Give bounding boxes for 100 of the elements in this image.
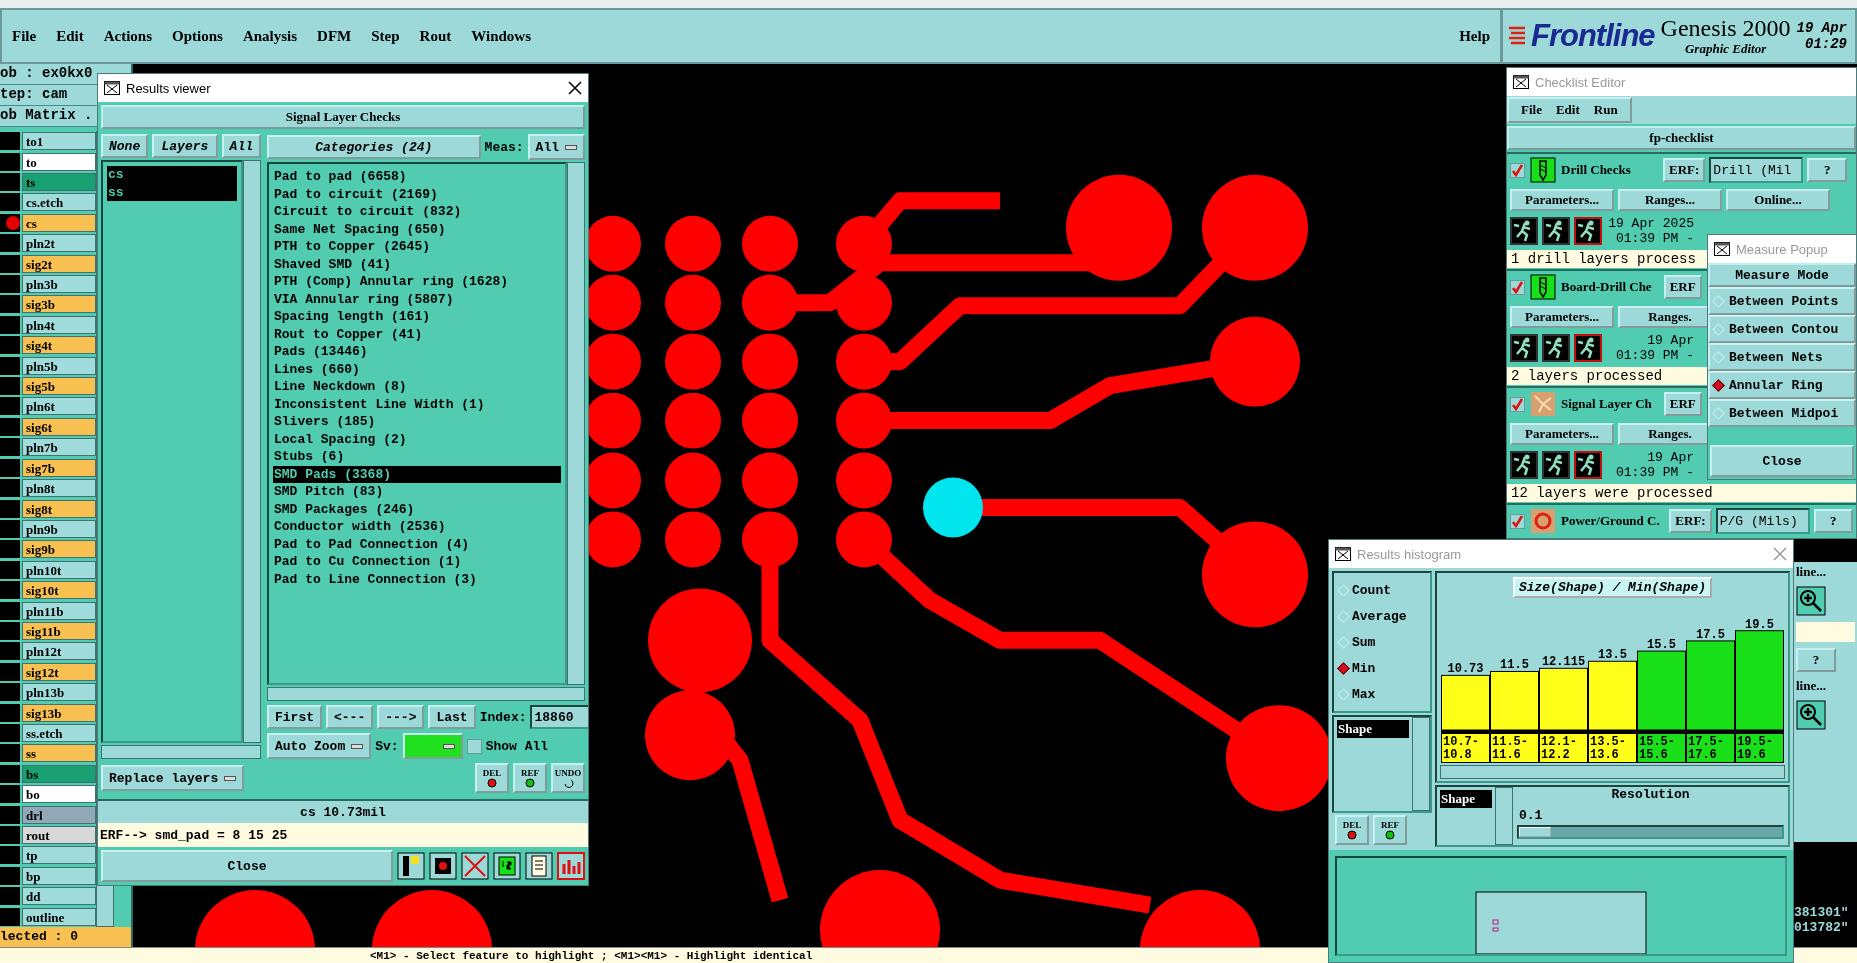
layer-name[interactable]: pln10t bbox=[22, 560, 96, 579]
layer-swatch[interactable] bbox=[0, 479, 20, 498]
category-list-item[interactable]: SMD Pads (3368) bbox=[273, 465, 561, 483]
check-option-button[interactable]: Parameters... bbox=[1510, 189, 1614, 211]
close-button[interactable]: Close bbox=[1710, 445, 1854, 477]
mode-label[interactable]: Sum bbox=[1352, 634, 1376, 650]
meas-dropdown[interactable]: All bbox=[527, 134, 585, 160]
menu-item[interactable]: DFM bbox=[317, 27, 352, 45]
navigation-button[interactable]: ---> bbox=[377, 705, 425, 729]
runner-icon[interactable] bbox=[1574, 334, 1602, 362]
layer-name[interactable]: pln11b bbox=[22, 601, 96, 620]
layer-swatch[interactable] bbox=[0, 234, 20, 253]
layer-name[interactable]: sig7b bbox=[22, 458, 96, 477]
layer-name[interactable]: bp bbox=[22, 866, 96, 885]
layer-swatch[interactable] bbox=[0, 397, 20, 416]
layer-name[interactable]: sig4t bbox=[22, 336, 96, 355]
layer-swatch[interactable] bbox=[0, 336, 20, 355]
check-checkbox[interactable] bbox=[1510, 396, 1525, 412]
runner-icon[interactable] bbox=[1510, 451, 1538, 479]
layer-swatch[interactable] bbox=[0, 846, 20, 865]
layer-name[interactable]: cs.etch bbox=[22, 193, 96, 212]
scrollbar[interactable] bbox=[1440, 765, 1785, 779]
category-list-item[interactable]: Stubs (6) bbox=[273, 448, 561, 466]
layer-name[interactable]: dd bbox=[22, 887, 96, 906]
menu-item[interactable]: Options bbox=[172, 27, 223, 45]
erf-button[interactable]: ERF: bbox=[1669, 509, 1712, 533]
menu-item[interactable]: Edit bbox=[56, 27, 84, 45]
erf-field[interactable]: P/G (Mils) bbox=[1715, 508, 1810, 534]
layer-name[interactable]: sig6t bbox=[22, 417, 96, 436]
layer-name[interactable]: sig8t bbox=[22, 499, 96, 518]
category-list-item[interactable]: SMD Packages (246) bbox=[273, 500, 561, 518]
layer-swatch[interactable] bbox=[0, 764, 20, 783]
menu-item[interactable]: Rout bbox=[419, 27, 452, 45]
layer-swatch[interactable] bbox=[0, 377, 20, 396]
category-list-item[interactable]: Pad to circuit (2169) bbox=[273, 185, 561, 203]
category-list-item[interactable]: Shaved SMD (41) bbox=[273, 255, 561, 273]
navigation-button[interactable]: First bbox=[267, 705, 322, 729]
erf-button[interactable]: ERF bbox=[1663, 392, 1702, 416]
layer-swatch[interactable] bbox=[0, 173, 20, 191]
scrollbar[interactable] bbox=[1412, 717, 1430, 811]
notes-icon[interactable] bbox=[525, 852, 553, 880]
layer-name[interactable]: pln2t bbox=[22, 234, 96, 253]
layer-swatch[interactable] bbox=[0, 826, 20, 844]
category-list-item[interactable]: Conductor width (2536) bbox=[273, 518, 561, 536]
layer-name[interactable]: pln5b bbox=[22, 356, 96, 375]
layer-name[interactable]: tp bbox=[22, 846, 96, 865]
category-list-item[interactable]: Inconsistent Line Width (1) bbox=[273, 395, 561, 413]
category-list-item[interactable]: Pad to Pad Connection (4) bbox=[273, 535, 561, 553]
layer-swatch[interactable] bbox=[0, 621, 20, 640]
layer-name[interactable]: bs bbox=[22, 764, 96, 783]
radio-icon[interactable] bbox=[1712, 378, 1725, 392]
layer-name[interactable]: pln7b bbox=[22, 438, 96, 457]
action-button[interactable]: DEL bbox=[475, 763, 509, 793]
layer-name[interactable]: to1 bbox=[22, 132, 96, 151]
layer-name[interactable]: ss bbox=[22, 744, 96, 763]
menu-item[interactable]: Windows bbox=[471, 27, 531, 45]
check-checkbox[interactable] bbox=[1510, 279, 1525, 295]
layer-name[interactable]: bo bbox=[22, 785, 96, 804]
slider-thumb[interactable] bbox=[1519, 827, 1551, 837]
layer-swatch[interactable] bbox=[0, 254, 20, 273]
action-button[interactable]: UNDO bbox=[551, 763, 585, 793]
layer-name[interactable]: ss.etch bbox=[22, 724, 96, 742]
mode-label[interactable]: Max bbox=[1352, 686, 1376, 702]
list-item[interactable]: Shape bbox=[1440, 790, 1492, 808]
navigation-button[interactable]: Last bbox=[428, 705, 476, 729]
show-all-checkbox[interactable] bbox=[466, 738, 482, 754]
layer-name[interactable]: pln3b bbox=[22, 275, 96, 294]
runner-icon[interactable] bbox=[1542, 217, 1570, 245]
layer-swatch[interactable] bbox=[0, 458, 20, 477]
layer-name[interactable]: to bbox=[22, 152, 96, 171]
radio-icon[interactable] bbox=[1337, 661, 1350, 675]
category-list-item[interactable]: SMD Pitch (83) bbox=[273, 483, 561, 501]
check-option-button[interactable]: Parameters... bbox=[1510, 306, 1614, 328]
action-button[interactable]: REF bbox=[513, 763, 547, 793]
category-list-item[interactable]: Pad to Cu Connection (1) bbox=[273, 553, 561, 571]
layer-swatch[interactable] bbox=[0, 132, 20, 151]
layer-swatch[interactable] bbox=[0, 152, 20, 171]
layer-stack-icon[interactable] bbox=[397, 852, 425, 880]
check-option-button[interactable]: Ranges... bbox=[1618, 189, 1722, 211]
scrollbar[interactable] bbox=[243, 160, 261, 743]
layer-name[interactable]: pln9b bbox=[22, 519, 96, 538]
category-list-item[interactable]: Lines (660) bbox=[273, 360, 561, 378]
mode-label[interactable]: Count bbox=[1352, 582, 1391, 598]
crossed-ref-icon[interactable] bbox=[461, 852, 489, 880]
layer-name[interactable]: pln6t bbox=[22, 397, 96, 416]
action-button[interactable]: DEL bbox=[1335, 815, 1369, 845]
runner-icon[interactable] bbox=[1542, 451, 1570, 479]
measure-mode-option[interactable]: Between Contou bbox=[1708, 315, 1856, 343]
check-checkbox[interactable] bbox=[1510, 162, 1525, 178]
layer-swatch[interactable] bbox=[0, 703, 20, 722]
category-list-item[interactable]: VIA Annular ring (5807) bbox=[273, 290, 561, 308]
category-list-item[interactable]: Pad to pad (6658) bbox=[273, 168, 561, 186]
layer-swatch[interactable] bbox=[0, 193, 20, 212]
layer-swatch[interactable] bbox=[0, 683, 20, 702]
layer-name[interactable]: rout bbox=[22, 826, 96, 844]
layer-name[interactable]: sig5b bbox=[22, 377, 96, 396]
numbered-icon[interactable] bbox=[493, 852, 521, 880]
help-button[interactable]: ? bbox=[1807, 158, 1848, 182]
category-list-item[interactable]: PTH to Copper (2645) bbox=[273, 238, 561, 256]
help-button[interactable]: ? bbox=[1813, 509, 1853, 533]
